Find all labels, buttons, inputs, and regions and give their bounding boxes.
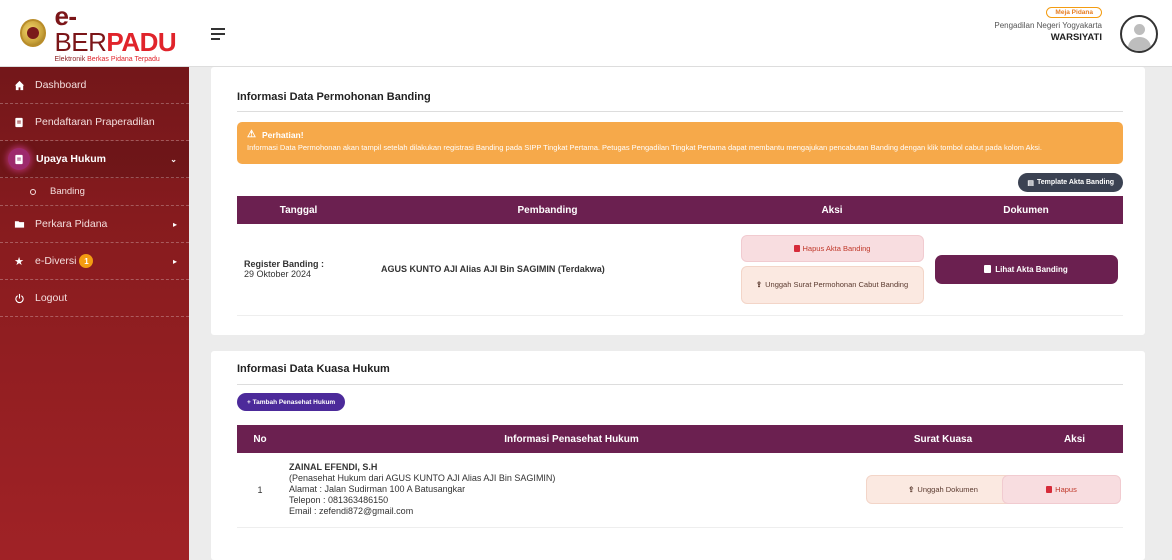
column-header: Dokumen [929,196,1123,224]
alert-message: Informasi Data Permohonan akan tampil se… [247,143,1042,152]
chevron-down-icon: ⌄ [170,154,177,164]
column-header: No [237,425,283,453]
column-header: Pembanding [360,196,735,224]
trash-icon [1046,486,1053,494]
sidebar-item-label: Banding [50,186,85,197]
section-title: Informasi Data Kuasa Hukum [237,363,390,375]
star-icon: ★ [14,255,24,268]
kuasa-hukum-card: Informasi Data Kuasa Hukum + Tambah Pena… [211,351,1145,560]
column-header: Aksi [735,196,929,224]
section-title: Informasi Data Permohonan Banding [237,91,431,103]
template-akta-banding-button[interactable]: ▤ Template Akta Banding [1018,173,1123,192]
court-emblem-icon [20,19,47,47]
sidebar-item-label: Logout [35,292,68,304]
logo-title: e-BERPADU [54,1,177,57]
sidebar-item-label: Pendaftaran Praperadilan [35,116,155,128]
lihat-akta-banding-button[interactable]: Lihat Akta Banding [934,254,1118,284]
row-number: 1 [237,453,283,528]
menu-icon[interactable] [211,28,225,43]
hapus-akta-banding-button[interactable]: Hapus Akta Banding [740,234,924,262]
circle-icon [30,188,36,195]
main-content: Informasi Data Permohonan Banding ⚠ Perh… [189,67,1172,560]
book-icon [984,265,992,274]
sidebar-item-e-diversi[interactable]: ★ e-Diversi 1 ▸ [0,243,189,280]
table-row: 1 ZAINAL EFENDI, S.H (Penasehat Hukum da… [237,453,1123,528]
advocate-phone: Telepon : 081363486150 [289,495,389,506]
sidebar-item-label: Dashboard [35,79,87,91]
sidebar-item-dashboard[interactable]: Dashboard [0,67,189,104]
unggah-dokumen-button[interactable]: ⇪ Unggah Dokumen [866,475,1020,505]
upload-icon: ⇪ [908,485,915,495]
court-name: Pengadilan Negeri Yogyakarta [994,21,1102,30]
hapus-kuasa-button[interactable]: Hapus [1002,475,1121,505]
pembanding-name: AGUS KUNTO AJI Alias AJI Bin SAGIMIN (Te… [360,224,735,316]
user-name: WARSIYATI [1050,32,1102,43]
chevron-right-icon: ▸ [172,219,177,229]
sidebar: e-BERPADU Elektronik Berkas Pidana Terpa… [0,0,189,560]
role-badge: Meja Pidana [1046,7,1102,18]
trash-icon [793,244,800,252]
warning-icon: ⚠ [247,129,256,140]
logo-subtitle: Elektronik Berkas Pidana Terpadu [54,56,160,63]
divider [237,111,1123,112]
avatar[interactable] [1120,15,1158,53]
document-icon [8,148,30,170]
banding-table: Tanggal Pembanding Aksi Dokumen Register… [237,196,1123,316]
tambah-penasehat-hukum-button[interactable]: + Tambah Penasehat Hukum [237,393,346,411]
folder-icon [12,217,26,231]
table-row: Register Banding : 29 Oktober 2024 AGUS … [237,224,1123,316]
file-icon: ▤ [1027,179,1034,187]
document-icon [12,115,26,129]
register-label: Register Banding : [244,259,325,270]
alert-title: Perhatian! [262,129,304,140]
user-info: Meja Pidana Pengadilan Negeri Yogyakarta… [994,6,1102,43]
topbar: Meja Pidana Pengadilan Negeri Yogyakarta… [189,0,1172,67]
divider [237,384,1123,385]
sidebar-item-upaya-hukum[interactable]: Upaya Hukum ⌄ [0,141,189,178]
sidebar-item-pendaftaran-praperadilan[interactable]: Pendaftaran Praperadilan [0,104,189,141]
sidebar-item-perkara-pidana[interactable]: Perkara Pidana ▸ [0,206,189,243]
sidebar-nav: Dashboard Pendaftaran Praperadilan Upaya… [0,67,189,317]
sidebar-item-label: e-Diversi [35,255,77,267]
app-logo[interactable]: e-BERPADU Elektronik Berkas Pidana Terpa… [0,0,189,67]
advocate-address: Alamat : Jalan Sudirman 100 A Batusangka… [289,484,466,495]
advocate-name: ZAINAL EFENDI, S.H [289,462,378,473]
advocate-role: (Penasehat Hukum dari AGUS KUNTO AJI Ali… [289,473,556,484]
chevron-right-icon: ▸ [172,256,177,266]
column-header: Aksi [1026,425,1123,453]
sidebar-item-label: Upaya Hukum [36,153,107,165]
upload-icon: ⇪ [755,280,763,290]
warning-alert: ⚠ Perhatian! Informasi Data Permohonan a… [237,122,1123,164]
kuasa-hukum-table: No Informasi Penasehat Hukum Surat Kuasa… [237,425,1123,528]
table-header: No Informasi Penasehat Hukum Surat Kuasa… [237,425,1123,453]
column-header: Surat Kuasa [860,425,1026,453]
sidebar-item-label: Perkara Pidana [35,218,108,230]
power-icon [12,291,26,305]
unggah-surat-cabut-button[interactable]: ⇪ Unggah Surat Permohonan Cabut Banding [740,265,924,304]
column-header: Informasi Penasehat Hukum [283,425,860,453]
column-header: Tanggal [237,196,360,224]
notification-badge: 1 [79,254,94,268]
advocate-email: Email : zefendi872@gmail.com [289,506,414,517]
home-icon [12,78,26,92]
table-header: Tanggal Pembanding Aksi Dokumen [237,196,1123,224]
sidebar-item-logout[interactable]: Logout [0,280,189,317]
sidebar-item-banding[interactable]: Banding [0,178,189,206]
register-date: 29 Oktober 2024 [244,269,312,280]
banding-card: Informasi Data Permohonan Banding ⚠ Perh… [211,67,1145,335]
